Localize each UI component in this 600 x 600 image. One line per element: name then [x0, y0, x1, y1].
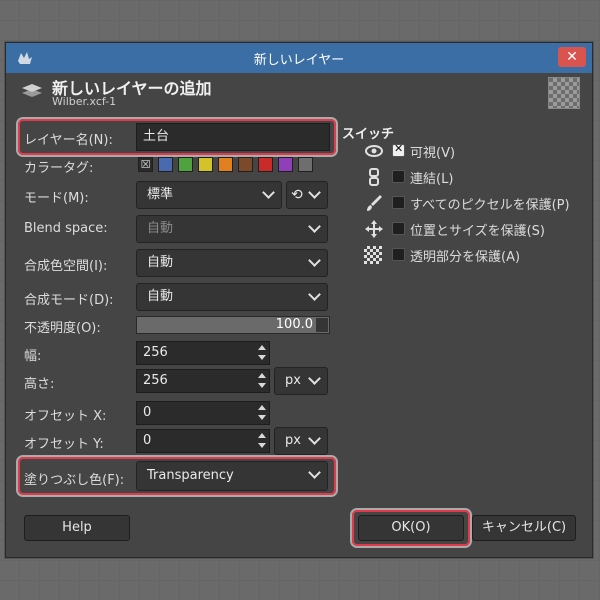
image-thumbnail — [548, 77, 580, 109]
move-icon — [365, 220, 383, 238]
blend-space-value: 自動 — [147, 221, 174, 236]
color-tag-swatches: ☒ — [138, 157, 328, 173]
spin-arrows-icon[interactable] — [257, 404, 267, 422]
linked-label: 連結(L) — [410, 172, 454, 187]
color-tag-orange[interactable] — [218, 157, 233, 172]
color-tag-violet[interactable] — [278, 157, 293, 172]
width-label: 幅: — [24, 349, 42, 364]
composite-mode-value: 自動 — [147, 289, 174, 304]
dialog-header: 新しいレイヤーの追加 Wilber.xcf-1 — [16, 75, 582, 111]
opacity-value: 100.0 — [275, 317, 313, 332]
ok-highlight — [352, 510, 470, 546]
help-button[interactable]: Help — [24, 515, 130, 541]
new-layer-icon — [22, 84, 42, 97]
layer-name-highlight — [18, 119, 336, 155]
spin-arrows-icon[interactable] — [257, 432, 267, 450]
color-tag-red[interactable] — [258, 157, 273, 172]
eye-icon — [365, 145, 383, 157]
width-value: 256 — [143, 345, 168, 360]
color-tag-yellow[interactable] — [198, 157, 213, 172]
size-unit-select[interactable]: px — [274, 367, 328, 395]
height-label: 高さ: — [24, 377, 55, 392]
color-tag-brown[interactable] — [238, 157, 253, 172]
chain-icon — [369, 168, 379, 186]
chevron-down-icon — [308, 432, 321, 445]
offset-x-label: オフセット X: — [24, 409, 107, 424]
lock-alpha-label: 透明部分を保護(A) — [410, 250, 521, 265]
lock-position-checkbox[interactable] — [392, 222, 405, 235]
switches-heading: スイッチ — [342, 127, 395, 142]
title-bar[interactable]: 新しいレイヤー ✕ — [6, 43, 592, 73]
cancel-button[interactable]: キャンセル(C) — [472, 515, 576, 541]
close-button[interactable]: ✕ — [558, 47, 586, 67]
offset-y-value: 0 — [143, 433, 152, 448]
composite-mode-label: 合成モード(D): — [24, 293, 114, 308]
width-input[interactable]: 256 — [136, 341, 270, 365]
new-layer-dialog: 新しいレイヤー ✕ 新しいレイヤーの追加 Wilber.xcf-1 レイヤー名(… — [5, 42, 593, 558]
color-tag-green[interactable] — [178, 157, 193, 172]
mode-select[interactable]: 標準 — [136, 181, 282, 209]
color-tag-blue[interactable] — [158, 157, 173, 172]
fill-highlight — [18, 457, 336, 495]
lock-position-label: 位置とサイズを保護(S) — [410, 224, 546, 239]
mode-label: モード(M): — [24, 191, 89, 206]
brush-icon — [367, 195, 382, 211]
blend-space-select: 自動 — [136, 215, 328, 243]
offset-unit-select[interactable]: px — [274, 427, 328, 455]
chevron-down-icon — [262, 186, 275, 199]
color-tag-label: カラータグ: — [24, 161, 94, 176]
spin-arrows-icon[interactable] — [257, 344, 267, 362]
composite-space-label: 合成色空間(I): — [24, 259, 108, 274]
lock-alpha-checkbox[interactable] — [392, 248, 405, 261]
spin-arrows-icon[interactable] — [257, 372, 267, 390]
blend-space-label: Blend space: — [24, 221, 108, 236]
lock-pixels-label: すべてのピクセルを保護(P) — [410, 198, 570, 213]
visible-checkbox[interactable] — [392, 142, 405, 157]
color-tag-none[interactable]: ☒ — [138, 157, 153, 172]
chevron-down-icon — [308, 254, 321, 267]
window-title: 新しいレイヤー — [253, 52, 345, 68]
opacity-spin-icon[interactable] — [316, 318, 328, 332]
offset-unit-value: px — [285, 433, 301, 448]
height-value: 256 — [143, 373, 168, 388]
offset-x-input[interactable]: 0 — [136, 401, 270, 425]
height-input[interactable]: 256 — [136, 369, 270, 393]
composite-mode-select[interactable]: 自動 — [136, 283, 328, 311]
mode-switch-button[interactable]: ⟲ — [286, 181, 328, 209]
mode-value: 標準 — [147, 187, 174, 202]
chevron-down-icon — [308, 372, 321, 385]
color-tag-gray[interactable] — [298, 157, 313, 172]
size-unit-value: px — [285, 373, 301, 388]
linked-checkbox[interactable] — [392, 170, 405, 183]
composite-space-value: 自動 — [147, 255, 174, 270]
gimp-wilber-icon — [18, 52, 32, 64]
offset-y-label: オフセット Y: — [24, 437, 104, 452]
lock-pixels-checkbox[interactable] — [392, 196, 405, 209]
composite-space-select[interactable]: 自動 — [136, 249, 328, 277]
offset-y-input[interactable]: 0 — [136, 429, 270, 453]
rotate-icon: ⟲ — [291, 187, 303, 203]
chevron-down-icon — [308, 220, 321, 233]
offset-x-value: 0 — [143, 405, 152, 420]
opacity-slider[interactable]: 100.0 — [136, 316, 330, 334]
image-name: Wilber.xcf-1 — [52, 95, 117, 108]
chevron-down-icon — [308, 288, 321, 301]
close-icon: ✕ — [566, 49, 578, 65]
visible-label: 可視(V) — [410, 146, 456, 161]
opacity-label: 不透明度(O): — [24, 321, 101, 336]
checker-icon — [364, 246, 382, 264]
chevron-down-icon — [308, 186, 321, 199]
